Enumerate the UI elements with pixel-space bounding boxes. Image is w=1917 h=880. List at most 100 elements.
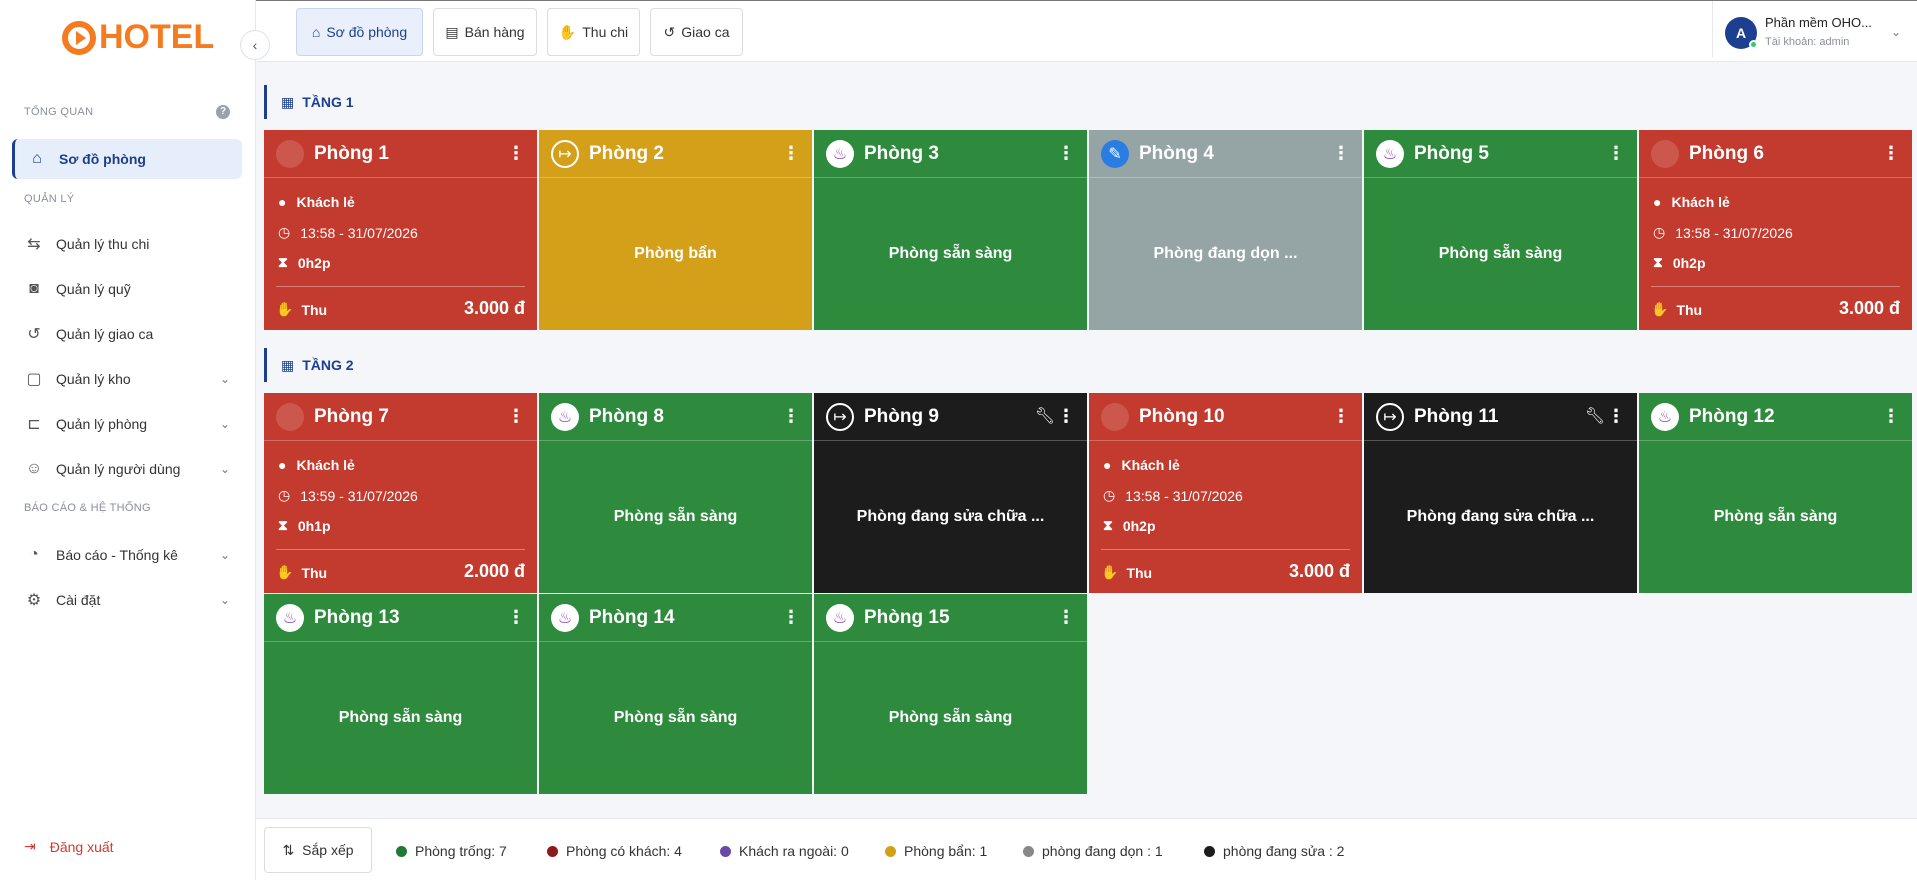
sort-button[interactable]: ⇅ Sắp xếp <box>264 827 372 873</box>
room-card[interactable]: ↦ Phòng 9 🔧︎ ⋮ Phòng đang sửa chữa ... <box>814 393 1087 593</box>
room-header: ♨ Phòng 13 <box>264 594 537 642</box>
guest-icon <box>1651 139 1679 168</box>
room-menu-icon[interactable]: ⋮ <box>782 407 800 425</box>
clock-icon: ◷ <box>278 487 291 503</box>
tab-label: Giao ca <box>681 24 730 40</box>
room-card[interactable]: Phòng 10 ⋮ ● Khách lẻ ◷ 13:58 - 31/07/2026 ⧗ 0h… <box>1089 393 1362 593</box>
room-menu-icon[interactable]: ⋮ <box>782 608 800 626</box>
legend-label: Phòng có khách: 4 <box>566 843 682 859</box>
room-menu-icon[interactable]: ⋮ <box>1607 407 1625 425</box>
legend-label: Phòng trống: 7 <box>415 843 507 859</box>
room-card[interactable]: ♨ Phòng 5 ⋮ Phòng sẵn sàng <box>1364 130 1637 330</box>
chevron-left-icon: ‹ <box>252 37 258 53</box>
tab-finance[interactable]: ✋ Thu chi <box>547 8 640 56</box>
home-icon: ⌂ <box>311 24 321 40</box>
room-menu-icon[interactable]: ⋮ <box>1882 407 1900 425</box>
room-card[interactable]: Phòng 7 ⋮ ● Khách lẻ ◷ 13:59 - 31/07/2026 ⧗ 0h1… <box>264 393 537 593</box>
payment-amount: 2.000 đ <box>463 561 525 581</box>
room-status: Phòng sẵn sàng <box>1713 508 1838 525</box>
payment-label-text: Thu <box>1126 564 1153 581</box>
room-card[interactable]: ↦ Phòng 11 🔧︎ ⋮ Phòng đang sửa chữa ... <box>1364 393 1637 593</box>
sidebar-item-room-map[interactable]: ⌂ Sơ đồ phòng <box>12 139 242 179</box>
map-icon: ▦ <box>281 356 295 373</box>
sidebar-item-rooms[interactable]: ⊏ Quản lý phòng ⌄ <box>12 404 242 444</box>
room-header: ♨ Phòng 12 <box>1639 393 1912 441</box>
box-icon: ▢ <box>26 371 42 388</box>
room-card[interactable]: ↦ Phòng 2 ⋮ Phòng bẩn <box>539 130 812 330</box>
room-card[interactable]: ♨ Phòng 15 ⋮ Phòng sẵn sàng <box>814 594 1087 794</box>
payment-amount: 3.000 đ <box>1838 298 1900 318</box>
sidebar-item-label: Quản lý giao ca <box>56 326 154 342</box>
app-logo[interactable]: HOTEL <box>62 18 214 57</box>
wrench-icon[interactable]: 🔧︎ <box>1035 406 1055 426</box>
room-name: Phòng 8 <box>589 405 664 427</box>
guest-icon <box>1101 402 1129 431</box>
payment-label: ✋ Thu <box>276 564 327 581</box>
ready-room-icon: ♨ <box>826 139 854 168</box>
divider <box>1651 286 1900 287</box>
room-card[interactable]: ✎ Phòng 4 ⋮ Phòng đang dọn ... <box>1089 130 1362 330</box>
user-menu[interactable]: A Phần mềm OHO... Tài khoản: admin ⌄ <box>1712 1 1917 57</box>
guest-name: Khách lẻ <box>296 194 355 210</box>
room-card[interactable]: ♨ Phòng 13 ⋮ Phòng sẵn sàng <box>264 594 537 794</box>
sidebar-item-warehouse[interactable]: ▢ Quản lý kho ⌄ <box>12 359 242 399</box>
duration-line: ⧗ 0h1p <box>278 517 331 534</box>
guest-icon <box>276 139 304 168</box>
tab-room-map[interactable]: ⌂ Sơ đồ phòng <box>296 8 423 56</box>
room-menu-icon[interactable]: ⋮ <box>507 608 525 626</box>
tab-shift[interactable]: ↺ Giao ca <box>650 8 743 56</box>
help-icon[interactable]: ? <box>216 105 230 119</box>
room-menu-icon[interactable]: ⋮ <box>507 144 525 162</box>
sidebar-item-users[interactable]: ☺ Quản lý người dùng ⌄ <box>12 449 242 489</box>
repair-room-icon: ↦ <box>826 402 854 431</box>
legend-dot <box>1204 845 1215 857</box>
wrench-icon[interactable]: 🔧︎ <box>1585 406 1605 426</box>
sort-icon: ⇅ <box>282 841 295 858</box>
checkin-time: 13:58 - 31/07/2026 <box>300 224 418 241</box>
sidebar-item-fund[interactable]: ◙ Quản lý quỹ <box>12 269 242 309</box>
room-menu-icon[interactable]: ⋮ <box>1057 608 1075 626</box>
chevron-down-icon: ⌄ <box>1890 25 1901 39</box>
dirty-room-icon: ↦ <box>551 139 579 168</box>
room-name: Phòng 14 <box>589 606 675 628</box>
clock-icon: ◷ <box>1103 487 1116 503</box>
room-card[interactable]: Phòng 1 ⋮ ● Khách lẻ ◷ 13:58 - 31/07/2026 ⧗ 0h2… <box>264 130 537 330</box>
user-account: Tài khoản: admin <box>1765 36 1850 48</box>
room-card[interactable]: ♨ Phòng 12 ⋮ Phòng sẵn sàng <box>1639 393 1912 593</box>
room-header: Phòng 7 <box>264 393 537 441</box>
sidebar-item-reports[interactable]: ◔ Báo cáo - Thống kê ⌄ <box>12 535 242 575</box>
tab-sales[interactable]: ▤ Bán hàng <box>433 8 537 56</box>
guest-line: ● Khách lẻ <box>278 194 355 210</box>
hourglass-icon: ⧗ <box>1653 254 1663 270</box>
checkin-line: ◷ 13:58 - 31/07/2026 <box>1653 224 1793 241</box>
payment-label-text: Thu <box>1676 301 1703 318</box>
room-header: ♨ Phòng 5 <box>1364 130 1637 178</box>
guest-name: Khách lẻ <box>1121 457 1180 473</box>
room-menu-icon[interactable]: ⋮ <box>1332 144 1350 162</box>
floor-header: ▦ TẦNG 2 <box>264 348 354 382</box>
room-menu-icon[interactable]: ⋮ <box>507 407 525 425</box>
room-card[interactable]: ♨ Phòng 14 ⋮ Phòng sẵn sàng <box>539 594 812 794</box>
sidebar-item-settings[interactable]: ⚙ Cài đặt ⌄ <box>12 580 242 620</box>
room-card[interactable]: Phòng 6 ⋮ ● Khách lẻ ◷ 13:58 - 31/07/2026 ⧗ 0h2… <box>1639 130 1912 330</box>
room-menu-icon[interactable]: ⋮ <box>1057 144 1075 162</box>
room-menu-icon[interactable]: ⋮ <box>1057 407 1075 425</box>
room-header: ♨ Phòng 15 <box>814 594 1087 642</box>
sidebar-item-shift[interactable]: ↺ Quản lý giao ca <box>12 314 242 354</box>
sidebar-item-label: Cài đặt <box>56 592 101 608</box>
room-menu-icon[interactable]: ⋮ <box>1607 144 1625 162</box>
room-card[interactable]: ♨ Phòng 8 ⋮ Phòng sẵn sàng <box>539 393 812 593</box>
tab-label: Sơ đồ phòng <box>326 24 408 40</box>
room-name: Phòng 10 <box>1139 405 1225 427</box>
logout-button[interactable]: ⇥ Đăng xuất <box>24 838 114 855</box>
room-menu-icon[interactable]: ⋮ <box>1332 407 1350 425</box>
hand-money-icon: ✋ <box>1101 564 1119 580</box>
room-menu-icon[interactable]: ⋮ <box>782 144 800 162</box>
room-menu-icon[interactable]: ⋮ <box>1882 144 1900 162</box>
sidebar-item-finance[interactable]: ⇆ Quản lý thu chi <box>12 224 242 264</box>
room-card[interactable]: ♨ Phòng 3 ⋮ Phòng sẵn sàng <box>814 130 1087 330</box>
payment-label: ✋ Thu <box>1651 301 1702 318</box>
sidebar-item-label: Sơ đồ phòng <box>59 151 146 167</box>
ready-room-icon: ♨ <box>1651 402 1679 431</box>
collapse-sidebar-button[interactable]: ‹ <box>240 30 270 60</box>
